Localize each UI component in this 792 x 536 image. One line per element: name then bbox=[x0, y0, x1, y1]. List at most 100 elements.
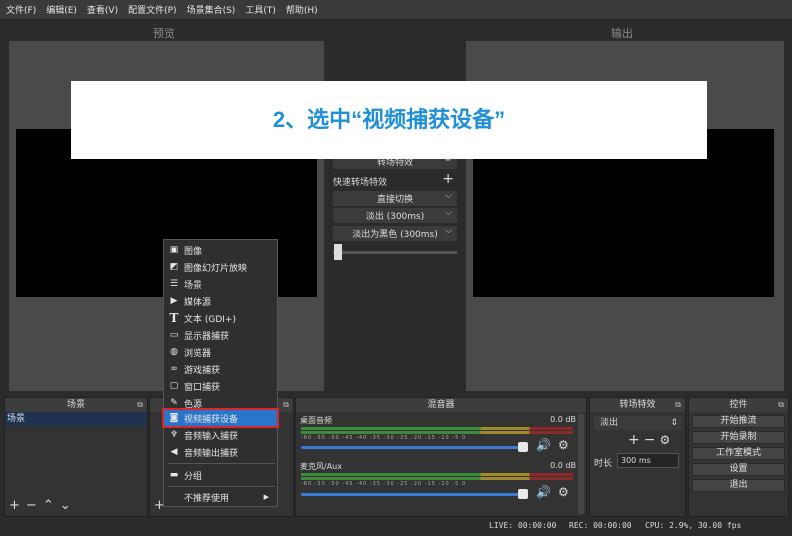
pin-icon[interactable]: ⧉ bbox=[283, 398, 289, 412]
pin-icon[interactable]: ⧉ bbox=[675, 398, 681, 412]
volume-meter bbox=[301, 473, 573, 476]
speaker-icon: ◀ bbox=[170, 447, 178, 457]
menu-item-scene[interactable]: ☰ 场景 bbox=[166, 276, 277, 292]
menu-item-audio-input[interactable]: ♆ 音频输入捕获 bbox=[166, 427, 277, 443]
mixer-scrollbar[interactable] bbox=[578, 414, 584, 514]
quick-transition-label: 快速转场特效 bbox=[333, 177, 388, 188]
menu-item-game-capture[interactable]: ∞ 游戏捕获 bbox=[166, 361, 277, 377]
exit-button[interactable]: 退出 bbox=[692, 479, 785, 492]
start-recording-button[interactable]: 开始录制 bbox=[692, 431, 785, 444]
add-scene-icon[interactable]: + bbox=[9, 498, 26, 513]
menu-item-label: 显示器捕获 bbox=[184, 331, 230, 342]
remove-scene-icon[interactable]: − bbox=[26, 498, 43, 513]
menu-view[interactable]: 查看(V) bbox=[87, 3, 118, 16]
menu-profile[interactable]: 配置文件(P) bbox=[128, 3, 176, 16]
transition-fade-black[interactable]: 淡出为黑色 (300ms) ⌵ bbox=[333, 226, 457, 241]
mixer-dock: 混音器 桌面音频 0.0 dB -60 -55 -50 -45 -40 -35 … bbox=[295, 397, 587, 517]
speaker-icon[interactable]: 🔊 bbox=[536, 438, 551, 452]
chevron-down-icon[interactable]: ⌵ bbox=[445, 208, 452, 218]
menu-item-label: 图像 bbox=[184, 246, 203, 257]
menu-scene-collection[interactable]: 场景集合(S) bbox=[187, 3, 236, 16]
menu-item-text[interactable]: T 文本 (GDI+) bbox=[166, 310, 277, 326]
instruction-banner: 2、选中“视频捕获设备” bbox=[71, 81, 707, 159]
brush-icon: ✎ bbox=[170, 398, 178, 408]
gear-icon[interactable]: ⚙ bbox=[558, 438, 569, 452]
transition-toolbar: +−⚙ bbox=[628, 432, 674, 448]
volume-slider[interactable] bbox=[301, 493, 526, 496]
transition-fade-label: 淡出 (300ms) bbox=[365, 212, 425, 222]
menu-item-browser[interactable]: ◍ 浏览器 bbox=[166, 344, 277, 360]
list-icon: ☰ bbox=[169, 279, 179, 289]
volume-knob[interactable] bbox=[518, 442, 528, 452]
move-down-icon[interactable]: ⌄ bbox=[60, 498, 77, 513]
start-streaming-button[interactable]: 开始推流 bbox=[692, 415, 785, 428]
remove-icon[interactable]: − bbox=[644, 432, 660, 448]
menu-item-label: 游戏捕获 bbox=[184, 365, 221, 376]
cpu-fps: CPU: 2.9%, 30.00 fps bbox=[645, 521, 742, 530]
chevron-updown-icon[interactable]: ⇕ bbox=[670, 416, 678, 430]
volume-knob[interactable] bbox=[518, 489, 528, 499]
menu-item-audio-output[interactable]: ◀ 音频输出捕获 bbox=[166, 444, 277, 460]
duration-input[interactable]: 300 ms bbox=[617, 453, 679, 468]
menu-file[interactable]: 文件(F) bbox=[6, 3, 36, 16]
menu-item-label: 不推荐使用 bbox=[184, 493, 230, 504]
menu-item-video-capture[interactable]: ◙ 视频捕获设备 bbox=[162, 408, 279, 428]
menu-tools[interactable]: 工具(T) bbox=[245, 3, 276, 16]
transition-cut[interactable]: 直接切换 ⌵ bbox=[333, 191, 457, 206]
menu-item-color-source[interactable]: ✎ 色源 bbox=[166, 395, 277, 411]
volume-meter bbox=[301, 477, 573, 480]
menu-item-group[interactable]: ▬ 分组 bbox=[166, 467, 277, 483]
scene-item[interactable]: 场景 bbox=[5, 412, 147, 426]
menu-item-label: 视频捕获设备 bbox=[184, 414, 239, 425]
volume-slider[interactable] bbox=[301, 446, 526, 449]
preview-title: 预览 bbox=[153, 27, 175, 40]
instruction-text: 2、选中“视频捕获设备” bbox=[272, 107, 506, 132]
menu-edit[interactable]: 编辑(E) bbox=[46, 3, 77, 16]
menu-item-slideshow[interactable]: ◩ 图像幻灯片放映 bbox=[166, 259, 277, 275]
scenes-dock: 场景 ⧉ 场景 +−⌃⌄ bbox=[4, 397, 148, 517]
track-name: 桌面音频 bbox=[300, 416, 332, 425]
mic-icon: ♆ bbox=[169, 430, 179, 440]
studio-mode-button[interactable]: 工作室模式 bbox=[692, 447, 785, 460]
move-up-icon[interactable]: ⌃ bbox=[43, 498, 60, 513]
menu-item-image[interactable]: ▣ 图像 bbox=[166, 242, 277, 258]
menu-item-label: 分组 bbox=[184, 471, 203, 482]
transition-select[interactable]: 淡出 ⇕ bbox=[594, 416, 682, 430]
output-title: 输出 bbox=[611, 27, 633, 40]
pin-icon[interactable]: ⧉ bbox=[778, 398, 784, 412]
add-icon[interactable]: + bbox=[442, 171, 454, 187]
menu-item-window-capture[interactable]: ▢ 窗口捕获 bbox=[166, 378, 277, 394]
menu-item-label: 音频输出捕获 bbox=[184, 448, 239, 459]
menu-item-label: 音频输入捕获 bbox=[184, 431, 239, 442]
add-icon[interactable]: + bbox=[628, 432, 644, 448]
transition-slider-handle[interactable] bbox=[334, 244, 342, 260]
gear-icon[interactable]: ⚙ bbox=[659, 433, 674, 447]
transition-fade[interactable]: 淡出 (300ms) ⌵ bbox=[333, 208, 457, 223]
mixer-title: 混音器 bbox=[296, 398, 586, 412]
chevron-right-icon: ▶ bbox=[263, 493, 269, 501]
menu-item-display-capture[interactable]: ▭ 显示器捕获 bbox=[166, 327, 277, 343]
transition-slider-track[interactable] bbox=[333, 251, 457, 254]
track-db: 0.0 dB bbox=[550, 415, 576, 424]
monitor-icon: ▭ bbox=[169, 330, 179, 340]
menu-help[interactable]: 帮助(H) bbox=[286, 3, 318, 16]
gamepad-icon: ∞ bbox=[170, 364, 178, 374]
volume-meter bbox=[301, 431, 573, 434]
pin-icon[interactable]: ⧉ bbox=[137, 398, 143, 412]
menu-bar: 文件(F) 编辑(E) 查看(V) 配置文件(P) 场景集合(S) 工具(T) … bbox=[0, 0, 792, 20]
menu-item-media[interactable]: ▶ 媒体源 bbox=[166, 293, 277, 309]
menu-item-label: 场景 bbox=[184, 280, 203, 291]
menu-item-deprecated[interactable]: 不推荐使用 ▶ bbox=[166, 489, 277, 505]
transition-select-value: 淡出 bbox=[600, 418, 619, 428]
gear-icon[interactable]: ⚙ bbox=[558, 485, 569, 499]
chevron-down-icon[interactable]: ⌵ bbox=[445, 191, 452, 201]
menu-item-label: 浏览器 bbox=[184, 348, 212, 359]
settings-button[interactable]: 设置 bbox=[692, 463, 785, 476]
transition-cut-label: 直接切换 bbox=[376, 195, 413, 205]
transition-fade-black-label: 淡出为黑色 (300ms) bbox=[352, 230, 438, 240]
chevron-down-icon[interactable]: ⌵ bbox=[445, 226, 452, 236]
transitions-dock: 转场特效 ⧉ 淡出 ⇕ +−⚙ 时长 300 ms bbox=[589, 397, 686, 517]
live-time: LIVE: 00:00:00 bbox=[489, 521, 557, 530]
speaker-icon[interactable]: 🔊 bbox=[536, 485, 551, 499]
meter-ticks: -60 -55 -50 -45 -40 -35 -30 -25 -20 -15 … bbox=[301, 435, 467, 441]
